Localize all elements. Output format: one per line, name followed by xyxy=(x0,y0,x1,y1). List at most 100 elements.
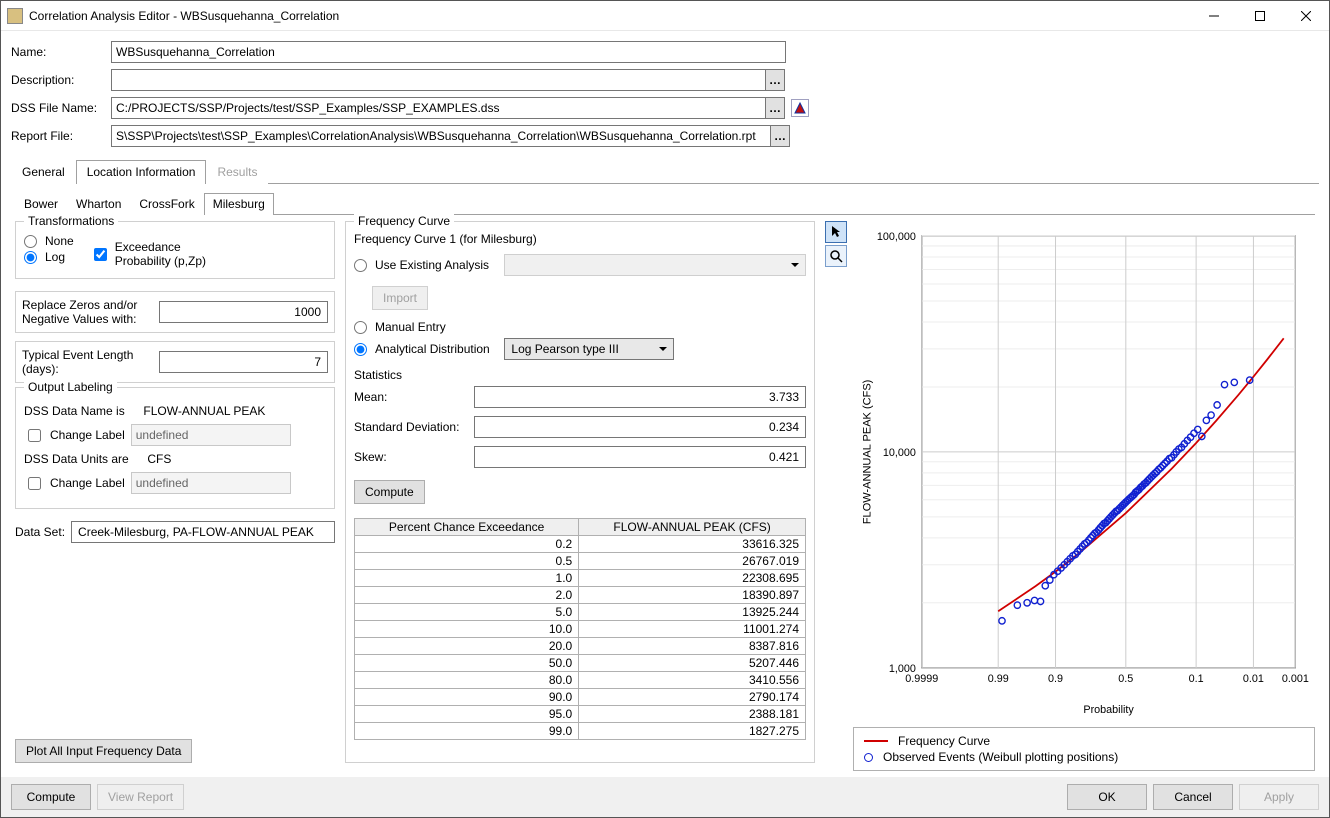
header-form: Name: Description: … DSS File Name: … Re… xyxy=(11,41,1319,153)
dataset-label: Data Set: xyxy=(15,525,65,539)
curve-name-label: Frequency Curve 1 (for Milesburg) xyxy=(354,232,806,246)
tab-general[interactable]: General xyxy=(11,160,76,184)
table-row[interactable]: 20.08387.816 xyxy=(355,638,806,655)
svg-text:0.1: 0.1 xyxy=(1189,673,1204,685)
typical-length-label: Typical Event Length (days): xyxy=(22,348,153,376)
left-pane: Transformations None Log Exceedance Prob… xyxy=(15,221,335,771)
panes: Transformations None Log Exceedance Prob… xyxy=(11,215,1319,777)
col-flow: FLOW-ANNUAL PEAK (CFS) xyxy=(579,519,806,536)
description-label: Description: xyxy=(11,73,111,87)
name-label: Name: xyxy=(11,45,111,59)
transform-none-label: None xyxy=(45,234,74,248)
transform-none-radio[interactable] xyxy=(24,235,37,248)
legend-freq-label: Frequency Curve xyxy=(898,734,990,748)
location-subtabs: Bower Wharton CrossFork Milesburg xyxy=(15,192,1315,215)
cancel-button[interactable]: Cancel xyxy=(1153,784,1233,810)
svg-text:0.9: 0.9 xyxy=(1048,673,1063,685)
chart-legend: Frequency Curve Observed Events (Weibull… xyxy=(853,727,1315,771)
subtab-bower[interactable]: Bower xyxy=(15,193,67,215)
change-name-checkbox[interactable] xyxy=(28,429,41,442)
subtab-crossfork[interactable]: CrossFork xyxy=(130,193,203,215)
report-file-browse-button[interactable]: … xyxy=(770,125,790,147)
svg-text:FLOW-ANNUAL PEAK (CFS): FLOW-ANNUAL PEAK (CFS) xyxy=(862,380,874,525)
transform-log-radio[interactable] xyxy=(24,251,37,264)
close-button[interactable] xyxy=(1283,1,1329,31)
tab-location-information[interactable]: Location Information xyxy=(76,160,207,184)
sd-label: Standard Deviation: xyxy=(354,420,474,434)
middle-pane: Frequency Curve Frequency Curve 1 (for M… xyxy=(345,221,815,771)
replace-zeros-label: Replace Zeros and/or Negative Values wit… xyxy=(22,298,153,326)
output-labeling-title: Output Labeling xyxy=(24,380,117,394)
replace-zeros-field[interactable] xyxy=(159,301,328,323)
table-row[interactable]: 50.05207.446 xyxy=(355,655,806,672)
legend-circle-icon xyxy=(864,753,873,762)
dss-file-label: DSS File Name: xyxy=(11,101,111,115)
skew-label: Skew: xyxy=(354,450,474,464)
svg-text:0.01: 0.01 xyxy=(1243,673,1264,685)
chart-area[interactable]: 1,00010,000100,0000.99990.990.90.50.10.0… xyxy=(853,221,1315,723)
table-row[interactable]: 10.011001.274 xyxy=(355,621,806,638)
dss-units-value: CFS xyxy=(147,452,171,466)
main-tabs: General Location Information Results xyxy=(11,159,1319,184)
skew-field[interactable] xyxy=(474,446,806,468)
table-row[interactable]: 90.02790.174 xyxy=(355,689,806,706)
table-row[interactable]: 0.526767.019 xyxy=(355,553,806,570)
svg-text:0.001: 0.001 xyxy=(1282,673,1309,685)
name-field[interactable] xyxy=(111,41,786,63)
use-existing-radio[interactable] xyxy=(354,259,367,272)
table-row[interactable]: 0.233616.325 xyxy=(355,536,806,553)
analytical-radio[interactable] xyxy=(354,343,367,356)
import-button: Import xyxy=(372,286,428,310)
report-file-label: Report File: xyxy=(11,129,111,143)
dss-units-are-label: DSS Data Units are xyxy=(24,452,129,466)
table-row[interactable]: 95.02388.181 xyxy=(355,706,806,723)
dss-file-browse-button[interactable]: … xyxy=(765,97,785,119)
exceedance-label: Exceedance Probability (p,Zp) xyxy=(115,240,206,268)
use-existing-label: Use Existing Analysis xyxy=(375,258,489,272)
dss-name-is-label: DSS Data Name is xyxy=(24,404,125,418)
distribution-select[interactable]: Log Pearson type III xyxy=(504,338,674,360)
dss-name-value: FLOW-ANNUAL PEAK xyxy=(143,404,265,418)
manual-entry-radio[interactable] xyxy=(354,321,367,334)
zoom-tool-button[interactable] xyxy=(825,245,847,267)
exceedance-checkbox[interactable] xyxy=(94,248,107,261)
sd-field[interactable] xyxy=(474,416,806,438)
minimize-button[interactable] xyxy=(1191,1,1237,31)
description-more-button[interactable]: … xyxy=(765,69,785,91)
dss-file-field[interactable] xyxy=(111,97,766,119)
svg-text:0.99: 0.99 xyxy=(988,673,1009,685)
compute-freq-button[interactable]: Compute xyxy=(354,480,425,504)
titlebar: Correlation Analysis Editor - WBSusqueha… xyxy=(1,1,1329,31)
subtab-milesburg[interactable]: Milesburg xyxy=(204,193,274,215)
mean-label: Mean: xyxy=(354,390,474,404)
compute-button[interactable]: Compute xyxy=(11,784,91,810)
typical-length-field[interactable] xyxy=(159,351,328,373)
window-body: Name: Description: … DSS File Name: … Re… xyxy=(1,31,1329,777)
table-row[interactable]: 1.022308.695 xyxy=(355,570,806,587)
dss-plot-icon[interactable] xyxy=(791,99,809,117)
legend-obs-label: Observed Events (Weibull plotting positi… xyxy=(883,750,1118,764)
table-row[interactable]: 5.013925.244 xyxy=(355,604,806,621)
table-row[interactable]: 99.01827.275 xyxy=(355,723,806,740)
chart-panel: 1,00010,000100,0000.99990.990.90.50.10.0… xyxy=(853,221,1315,771)
plot-all-frequency-button[interactable]: Plot All Input Frequency Data xyxy=(15,739,192,763)
col-percent-exceedance: Percent Chance Exceedance xyxy=(355,519,579,536)
description-field[interactable] xyxy=(111,69,766,91)
frequency-curve-title: Frequency Curve xyxy=(354,214,454,228)
report-file-field[interactable] xyxy=(111,125,771,147)
mean-field[interactable] xyxy=(474,386,806,408)
table-row[interactable]: 2.018390.897 xyxy=(355,587,806,604)
svg-text:0.9999: 0.9999 xyxy=(905,673,938,685)
change-units-checkbox[interactable] xyxy=(28,477,41,490)
table-row[interactable]: 80.03410.556 xyxy=(355,672,806,689)
svg-text:Probability: Probability xyxy=(1083,704,1134,716)
statistics-label: Statistics xyxy=(354,368,806,382)
footer: Compute View Report OK Cancel Apply xyxy=(1,777,1329,817)
frequency-chart: 1,00010,000100,0000.99990.990.90.50.10.0… xyxy=(853,221,1315,723)
ok-button[interactable]: OK xyxy=(1067,784,1147,810)
maximize-button[interactable] xyxy=(1237,1,1283,31)
subtab-wharton[interactable]: Wharton xyxy=(67,193,130,215)
manual-entry-label: Manual Entry xyxy=(375,320,446,334)
pointer-tool-button[interactable] xyxy=(825,221,847,243)
analytical-label: Analytical Distribution xyxy=(375,342,490,356)
